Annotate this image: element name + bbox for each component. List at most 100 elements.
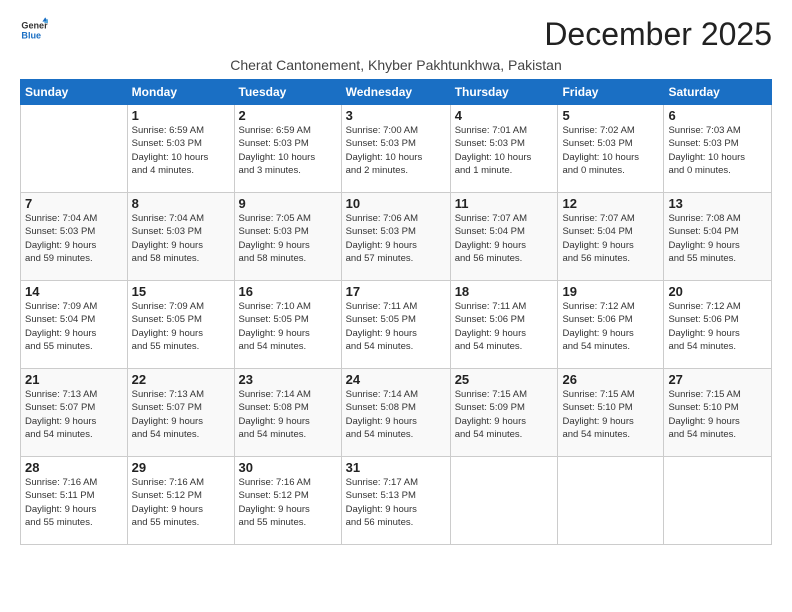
day-info: Sunrise: 7:03 AM Sunset: 5:03 PM Dayligh… <box>668 124 767 177</box>
calendar-cell: 12Sunrise: 7:07 AM Sunset: 5:04 PM Dayli… <box>558 193 664 281</box>
day-info: Sunrise: 7:16 AM Sunset: 5:12 PM Dayligh… <box>239 476 337 529</box>
calendar-cell: 26Sunrise: 7:15 AM Sunset: 5:10 PM Dayli… <box>558 369 664 457</box>
header: General Blue December 2025 <box>20 16 772 53</box>
day-info: Sunrise: 7:10 AM Sunset: 5:05 PM Dayligh… <box>239 300 337 353</box>
calendar-cell: 21Sunrise: 7:13 AM Sunset: 5:07 PM Dayli… <box>21 369 128 457</box>
day-number: 17 <box>346 284 446 299</box>
day-number: 31 <box>346 460 446 475</box>
day-number: 3 <box>346 108 446 123</box>
calendar-cell: 22Sunrise: 7:13 AM Sunset: 5:07 PM Dayli… <box>127 369 234 457</box>
col-friday: Friday <box>558 80 664 105</box>
day-info: Sunrise: 7:11 AM Sunset: 5:05 PM Dayligh… <box>346 300 446 353</box>
col-wednesday: Wednesday <box>341 80 450 105</box>
page: General Blue December 2025 Cherat Canton… <box>0 0 792 555</box>
col-saturday: Saturday <box>664 80 772 105</box>
day-info: Sunrise: 6:59 AM Sunset: 5:03 PM Dayligh… <box>239 124 337 177</box>
svg-text:General: General <box>21 21 48 31</box>
day-number: 28 <box>25 460 123 475</box>
calendar-cell: 30Sunrise: 7:16 AM Sunset: 5:12 PM Dayli… <box>234 457 341 545</box>
day-number: 9 <box>239 196 337 211</box>
logo: General Blue <box>20 16 48 44</box>
day-number: 29 <box>132 460 230 475</box>
day-info: Sunrise: 7:06 AM Sunset: 5:03 PM Dayligh… <box>346 212 446 265</box>
day-info: Sunrise: 7:13 AM Sunset: 5:07 PM Dayligh… <box>132 388 230 441</box>
day-info: Sunrise: 7:07 AM Sunset: 5:04 PM Dayligh… <box>455 212 554 265</box>
calendar-cell: 18Sunrise: 7:11 AM Sunset: 5:06 PM Dayli… <box>450 281 558 369</box>
day-info: Sunrise: 7:12 AM Sunset: 5:06 PM Dayligh… <box>668 300 767 353</box>
calendar-cell: 1Sunrise: 6:59 AM Sunset: 5:03 PM Daylig… <box>127 105 234 193</box>
day-number: 21 <box>25 372 123 387</box>
week-row-3: 14Sunrise: 7:09 AM Sunset: 5:04 PM Dayli… <box>21 281 772 369</box>
calendar-cell: 17Sunrise: 7:11 AM Sunset: 5:05 PM Dayli… <box>341 281 450 369</box>
day-number: 27 <box>668 372 767 387</box>
month-title: December 2025 <box>544 16 772 53</box>
calendar-cell: 5Sunrise: 7:02 AM Sunset: 5:03 PM Daylig… <box>558 105 664 193</box>
calendar-cell: 14Sunrise: 7:09 AM Sunset: 5:04 PM Dayli… <box>21 281 128 369</box>
week-row-5: 28Sunrise: 7:16 AM Sunset: 5:11 PM Dayli… <box>21 457 772 545</box>
calendar-cell: 25Sunrise: 7:15 AM Sunset: 5:09 PM Dayli… <box>450 369 558 457</box>
day-info: Sunrise: 7:04 AM Sunset: 5:03 PM Dayligh… <box>132 212 230 265</box>
day-number: 7 <box>25 196 123 211</box>
day-info: Sunrise: 7:04 AM Sunset: 5:03 PM Dayligh… <box>25 212 123 265</box>
day-number: 5 <box>562 108 659 123</box>
calendar-cell <box>450 457 558 545</box>
calendar-cell <box>664 457 772 545</box>
day-number: 30 <box>239 460 337 475</box>
calendar-cell: 4Sunrise: 7:01 AM Sunset: 5:03 PM Daylig… <box>450 105 558 193</box>
calendar-cell <box>21 105 128 193</box>
day-number: 26 <box>562 372 659 387</box>
calendar-cell: 8Sunrise: 7:04 AM Sunset: 5:03 PM Daylig… <box>127 193 234 281</box>
svg-text:Blue: Blue <box>21 30 41 40</box>
day-info: Sunrise: 7:11 AM Sunset: 5:06 PM Dayligh… <box>455 300 554 353</box>
day-info: Sunrise: 7:09 AM Sunset: 5:04 PM Dayligh… <box>25 300 123 353</box>
week-row-1: 1Sunrise: 6:59 AM Sunset: 5:03 PM Daylig… <box>21 105 772 193</box>
calendar-cell: 24Sunrise: 7:14 AM Sunset: 5:08 PM Dayli… <box>341 369 450 457</box>
day-number: 24 <box>346 372 446 387</box>
calendar-table: Sunday Monday Tuesday Wednesday Thursday… <box>20 79 772 545</box>
calendar-cell: 29Sunrise: 7:16 AM Sunset: 5:12 PM Dayli… <box>127 457 234 545</box>
day-number: 25 <box>455 372 554 387</box>
header-row: Sunday Monday Tuesday Wednesday Thursday… <box>21 80 772 105</box>
calendar-cell: 6Sunrise: 7:03 AM Sunset: 5:03 PM Daylig… <box>664 105 772 193</box>
day-info: Sunrise: 7:14 AM Sunset: 5:08 PM Dayligh… <box>239 388 337 441</box>
day-info: Sunrise: 7:16 AM Sunset: 5:12 PM Dayligh… <box>132 476 230 529</box>
day-number: 20 <box>668 284 767 299</box>
day-info: Sunrise: 7:14 AM Sunset: 5:08 PM Dayligh… <box>346 388 446 441</box>
calendar-cell: 11Sunrise: 7:07 AM Sunset: 5:04 PM Dayli… <box>450 193 558 281</box>
calendar-cell: 19Sunrise: 7:12 AM Sunset: 5:06 PM Dayli… <box>558 281 664 369</box>
col-sunday: Sunday <box>21 80 128 105</box>
calendar-cell: 31Sunrise: 7:17 AM Sunset: 5:13 PM Dayli… <box>341 457 450 545</box>
day-number: 10 <box>346 196 446 211</box>
day-info: Sunrise: 7:05 AM Sunset: 5:03 PM Dayligh… <box>239 212 337 265</box>
day-number: 6 <box>668 108 767 123</box>
day-number: 19 <box>562 284 659 299</box>
day-info: Sunrise: 7:15 AM Sunset: 5:09 PM Dayligh… <box>455 388 554 441</box>
calendar-cell: 28Sunrise: 7:16 AM Sunset: 5:11 PM Dayli… <box>21 457 128 545</box>
day-info: Sunrise: 7:15 AM Sunset: 5:10 PM Dayligh… <box>668 388 767 441</box>
day-number: 8 <box>132 196 230 211</box>
calendar-cell: 23Sunrise: 7:14 AM Sunset: 5:08 PM Dayli… <box>234 369 341 457</box>
subtitle: Cherat Cantonement, Khyber Pakhtunkhwa, … <box>20 57 772 73</box>
day-info: Sunrise: 7:02 AM Sunset: 5:03 PM Dayligh… <box>562 124 659 177</box>
calendar-cell: 2Sunrise: 6:59 AM Sunset: 5:03 PM Daylig… <box>234 105 341 193</box>
day-info: Sunrise: 7:12 AM Sunset: 5:06 PM Dayligh… <box>562 300 659 353</box>
day-number: 15 <box>132 284 230 299</box>
day-info: Sunrise: 7:08 AM Sunset: 5:04 PM Dayligh… <box>668 212 767 265</box>
calendar-cell <box>558 457 664 545</box>
title-section: December 2025 <box>544 16 772 53</box>
day-number: 22 <box>132 372 230 387</box>
calendar-cell: 7Sunrise: 7:04 AM Sunset: 5:03 PM Daylig… <box>21 193 128 281</box>
col-tuesday: Tuesday <box>234 80 341 105</box>
day-info: Sunrise: 7:17 AM Sunset: 5:13 PM Dayligh… <box>346 476 446 529</box>
day-number: 1 <box>132 108 230 123</box>
col-thursday: Thursday <box>450 80 558 105</box>
week-row-2: 7Sunrise: 7:04 AM Sunset: 5:03 PM Daylig… <box>21 193 772 281</box>
day-info: Sunrise: 6:59 AM Sunset: 5:03 PM Dayligh… <box>132 124 230 177</box>
day-info: Sunrise: 7:09 AM Sunset: 5:05 PM Dayligh… <box>132 300 230 353</box>
calendar-cell: 13Sunrise: 7:08 AM Sunset: 5:04 PM Dayli… <box>664 193 772 281</box>
calendar-cell: 3Sunrise: 7:00 AM Sunset: 5:03 PM Daylig… <box>341 105 450 193</box>
week-row-4: 21 Sunrise: 7:13 AM Sunset: 5:07 PM Dayli… <box>21 369 772 457</box>
col-monday: Monday <box>127 80 234 105</box>
day-info: Sunrise: 7:01 AM Sunset: 5:03 PM Dayligh… <box>455 124 554 177</box>
day-number: 14 <box>25 284 123 299</box>
